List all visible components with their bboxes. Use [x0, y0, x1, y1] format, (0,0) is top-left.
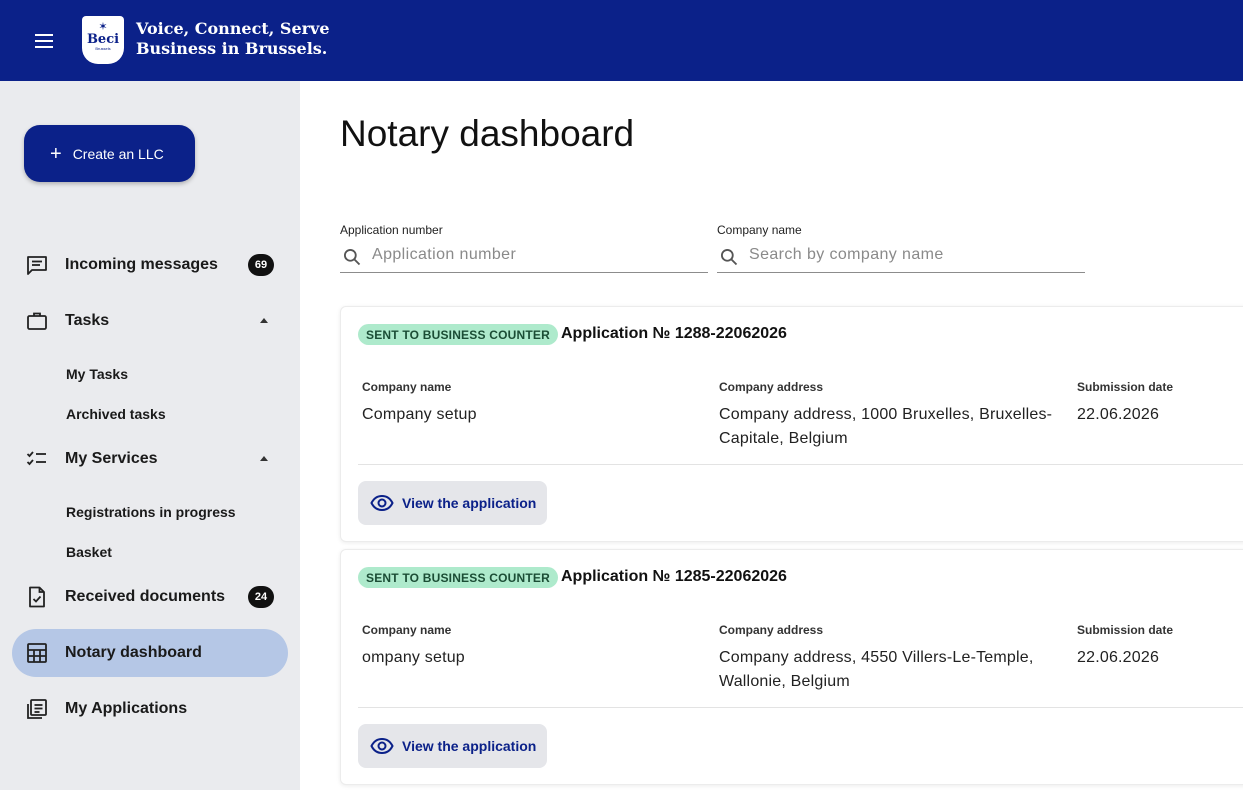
company-name-field [717, 239, 1085, 273]
application-number-input[interactable] [372, 243, 692, 267]
application-number: Application № 1288-22062026 [561, 325, 787, 342]
sidebar-item-incoming-messages[interactable]: Incoming messages 69 [12, 241, 288, 289]
view-application-button[interactable]: View the application [358, 481, 547, 525]
chat-icon [27, 256, 47, 275]
company-name-label: Company name [362, 380, 452, 394]
sidebar-item-label: Notary dashboard [65, 644, 202, 661]
table-icon [27, 643, 47, 663]
application-number: Application № 1285-22062026 [561, 568, 787, 585]
document-count-badge: 24 [248, 586, 274, 608]
sidebar-subitem-my-tasks[interactable]: My Tasks [66, 366, 128, 382]
view-application-label: View the application [402, 495, 537, 511]
top-app-bar: ✶ Beci Brussels Voice, Connect, Serve Bu… [0, 0, 1243, 81]
sidebar-item-label: Tasks [65, 312, 110, 329]
document-check-icon [29, 586, 45, 608]
application-card: SENT TO BUSINESS COUNTER Application № 1… [340, 306, 1243, 542]
sidebar-item-my-services[interactable]: My Services [12, 435, 288, 483]
eye-icon [370, 737, 394, 755]
tagline-line-2: Business in Brussels. [136, 39, 328, 58]
applications-icon [27, 699, 47, 719]
company-name-search-input[interactable] [749, 243, 1069, 267]
sidebar-navigation: + Create an LLC Incoming messages 69 Tas… [0, 81, 300, 790]
company-address-label: Company address [719, 623, 824, 637]
company-address-label: Company address [719, 380, 824, 394]
main-content: Notary dashboard Application number Comp… [300, 81, 1243, 790]
hamburger-menu-icon[interactable] [30, 29, 58, 53]
status-badge: SENT TO BUSINESS COUNTER [358, 324, 558, 345]
sidebar-subitem-archived-tasks[interactable]: Archived tasks [66, 406, 166, 422]
application-number-label: Application number [340, 223, 443, 237]
briefcase-icon [27, 312, 47, 330]
status-badge: SENT TO BUSINESS COUNTER [358, 567, 558, 588]
sidebar-item-label: My Services [65, 450, 158, 467]
application-number-filter: Application number [340, 223, 708, 273]
sidebar-item-label: Received documents [65, 588, 226, 605]
view-application-label: View the application [402, 738, 537, 754]
sidebar-item-received-documents[interactable]: Received documents 24 [12, 573, 288, 621]
sidebar-item-notary-dashboard[interactable]: Notary dashboard [12, 629, 288, 677]
view-application-button[interactable]: View the application [358, 724, 547, 768]
submission-date-value: 22.06.2026 [1077, 649, 1160, 666]
submission-date-label: Submission date [1077, 623, 1174, 637]
chevron-up-icon[interactable] [260, 456, 268, 461]
create-llc-button[interactable]: + Create an LLC [24, 125, 195, 182]
company-name-label: Company name [362, 623, 452, 637]
sidebar-item-tasks[interactable]: Tasks [12, 297, 288, 345]
company-name-filter: Company name [717, 223, 1085, 273]
search-icon [721, 249, 738, 266]
chevron-up-icon[interactable] [260, 318, 268, 323]
sidebar-item-my-applications[interactable]: My Applications [12, 685, 288, 733]
page-title: Notary dashboard [340, 113, 635, 154]
eye-icon [370, 494, 394, 512]
company-address-value: Company address, 1000 Bruxelles, Bruxell… [719, 406, 1053, 447]
company-address-value: Company address, 4550 Villers-Le-Temple,… [719, 649, 1034, 690]
sidebar-item-label: Incoming messages [65, 256, 218, 273]
company-name-value: Company setup [362, 406, 477, 423]
search-icon [344, 249, 361, 266]
company-name-label: Company name [717, 223, 802, 237]
application-card: SENT TO BUSINESS COUNTER Application № 1… [340, 549, 1243, 785]
plus-icon: + [50, 142, 62, 165]
create-llc-label: Create an LLC [72, 145, 164, 162]
brand-tagline: Voice, Connect, Serve Business in Brusse… [136, 19, 330, 59]
submission-date-label: Submission date [1077, 380, 1174, 394]
tagline-line-1: Voice, Connect, Serve [136, 19, 330, 38]
sidebar-subitem-basket[interactable]: Basket [66, 544, 112, 560]
card-divider [358, 464, 1243, 465]
card-divider [358, 707, 1243, 708]
company-name-value: ompany setup [362, 649, 465, 666]
unread-count-badge: 69 [248, 254, 274, 276]
sidebar-subitem-registrations-in-progress[interactable]: Registrations in progress [66, 504, 236, 520]
sidebar-item-label: My Applications [65, 700, 188, 717]
submission-date-value: 22.06.2026 [1077, 406, 1160, 423]
beci-logo[interactable]: ✶ Beci Brussels [82, 16, 124, 64]
checklist-icon [26, 451, 46, 466]
application-number-field [340, 239, 708, 273]
